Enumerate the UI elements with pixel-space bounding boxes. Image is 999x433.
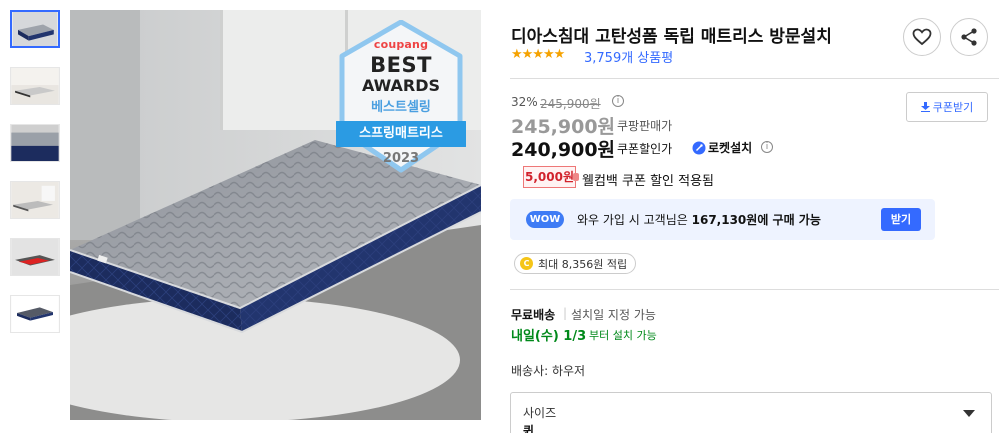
thumbnail-room-image: [11, 68, 59, 104]
coupon-applied-text: 웰컴백 쿠폰 할인 적용됨: [582, 174, 714, 189]
coupon-price: 240,900원: [511, 139, 616, 161]
rocket-install-label: 로켓설치: [708, 141, 753, 155]
best-awards-badge: coupang BEST AWARDS 베스트셀링 스프링매트리스 2023: [334, 19, 468, 180]
free-shipping-label: 무료배송: [511, 308, 556, 322]
badge-ribbon-label: 스프링매트리스: [359, 126, 443, 141]
rocket-icon: [692, 141, 706, 154]
thumbnail-3[interactable]: [10, 124, 60, 162]
badge-brand: coupang: [373, 38, 429, 51]
badge-best: BEST: [370, 53, 432, 77]
delivery-date: 내일(수) 1/3: [511, 329, 587, 344]
shipping-separator: |: [563, 306, 568, 320]
option-value: 퀸: [523, 424, 535, 433]
sale-price-label: 쿠팡판매가: [617, 119, 673, 133]
wow-badge: WOW: [526, 211, 564, 228]
chevron-down-icon: [963, 410, 975, 417]
original-price: 245,900원: [540, 95, 601, 112]
delivery-note: 부터 설치 가능: [589, 329, 657, 342]
badge-bestselling: 베스트셀링: [371, 100, 431, 115]
install-schedule-text: 설치일 지정 가능: [571, 308, 656, 322]
wow-text-prefix: 와우 가입 시 고객님은: [577, 213, 692, 227]
rating-stars: ★★★★★: [511, 47, 565, 62]
thumbnail-bedroom-image: [11, 182, 59, 218]
badge-year: 2023: [382, 151, 420, 166]
original-price-value: 245,900원: [540, 97, 601, 111]
thumbnail-closeup-image: [11, 125, 59, 161]
wow-price: 167,130원에 구매 가능: [691, 213, 821, 227]
price-info-icon[interactable]: i: [612, 95, 624, 107]
coupon-amount-tag: 5,000원: [523, 166, 579, 188]
shipping-carrier: 배송사: 하우저: [511, 364, 586, 378]
size-option-select[interactable]: 사이즈 퀸: [510, 392, 992, 433]
thumbnail-4[interactable]: [10, 181, 60, 219]
coupon-download-label: 쿠폰받기: [932, 101, 974, 114]
review-count-link[interactable]: 3,759개 상품평: [584, 47, 673, 66]
wow-text: 와우 가입 시 고객님은 167,130원에 구매 가능: [577, 211, 821, 228]
coupon-price-label: 쿠폰할인가: [617, 142, 673, 156]
wishlist-button[interactable]: [903, 18, 941, 56]
badge-awards: AWARDS: [361, 76, 441, 95]
thumbnail-product-image: [11, 296, 59, 332]
share-icon: [961, 28, 977, 46]
divider: [510, 289, 999, 290]
thumbnail-2[interactable]: [10, 67, 60, 105]
rocket-info-icon[interactable]: i: [761, 141, 773, 153]
reward-points-text: 최대 8,356원 적립: [538, 257, 628, 271]
thumbnail-frame-image: [11, 239, 59, 275]
coin-icon: C: [520, 257, 533, 270]
divider: [510, 78, 999, 79]
discount-rate: 32%: [511, 95, 538, 109]
product-info-panel: 디아스침대 고탄성폼 독립 매트리스 방문설치 ★★★★★ 3,759개 상품평…: [510, 0, 999, 433]
thumbnail-mattress-image: [12, 12, 58, 46]
wow-get-button[interactable]: 받기: [881, 208, 921, 231]
heart-icon: [912, 28, 932, 46]
reward-points-pill: C 최대 8,356원 적립: [514, 253, 637, 274]
thumbnail-1[interactable]: [10, 10, 60, 48]
product-title: 디아스침대 고탄성폼 독립 매트리스 방문설치: [511, 27, 832, 47]
thumbnail-6[interactable]: [10, 295, 60, 333]
thumbnail-list: [10, 10, 62, 352]
rocket-install-badge: 로켓설치: [692, 139, 752, 156]
main-product-image: coupang BEST AWARDS 베스트셀링 스프링매트리스 2023: [70, 10, 481, 420]
download-icon: [920, 102, 930, 112]
thumbnail-5[interactable]: [10, 238, 60, 276]
coupon-download-button[interactable]: 쿠폰받기: [906, 92, 988, 122]
wow-membership-box: WOW 와우 가입 시 고객님은 167,130원에 구매 가능 받기: [510, 199, 935, 240]
share-button[interactable]: [950, 18, 988, 56]
option-label: 사이즈: [523, 406, 557, 420]
